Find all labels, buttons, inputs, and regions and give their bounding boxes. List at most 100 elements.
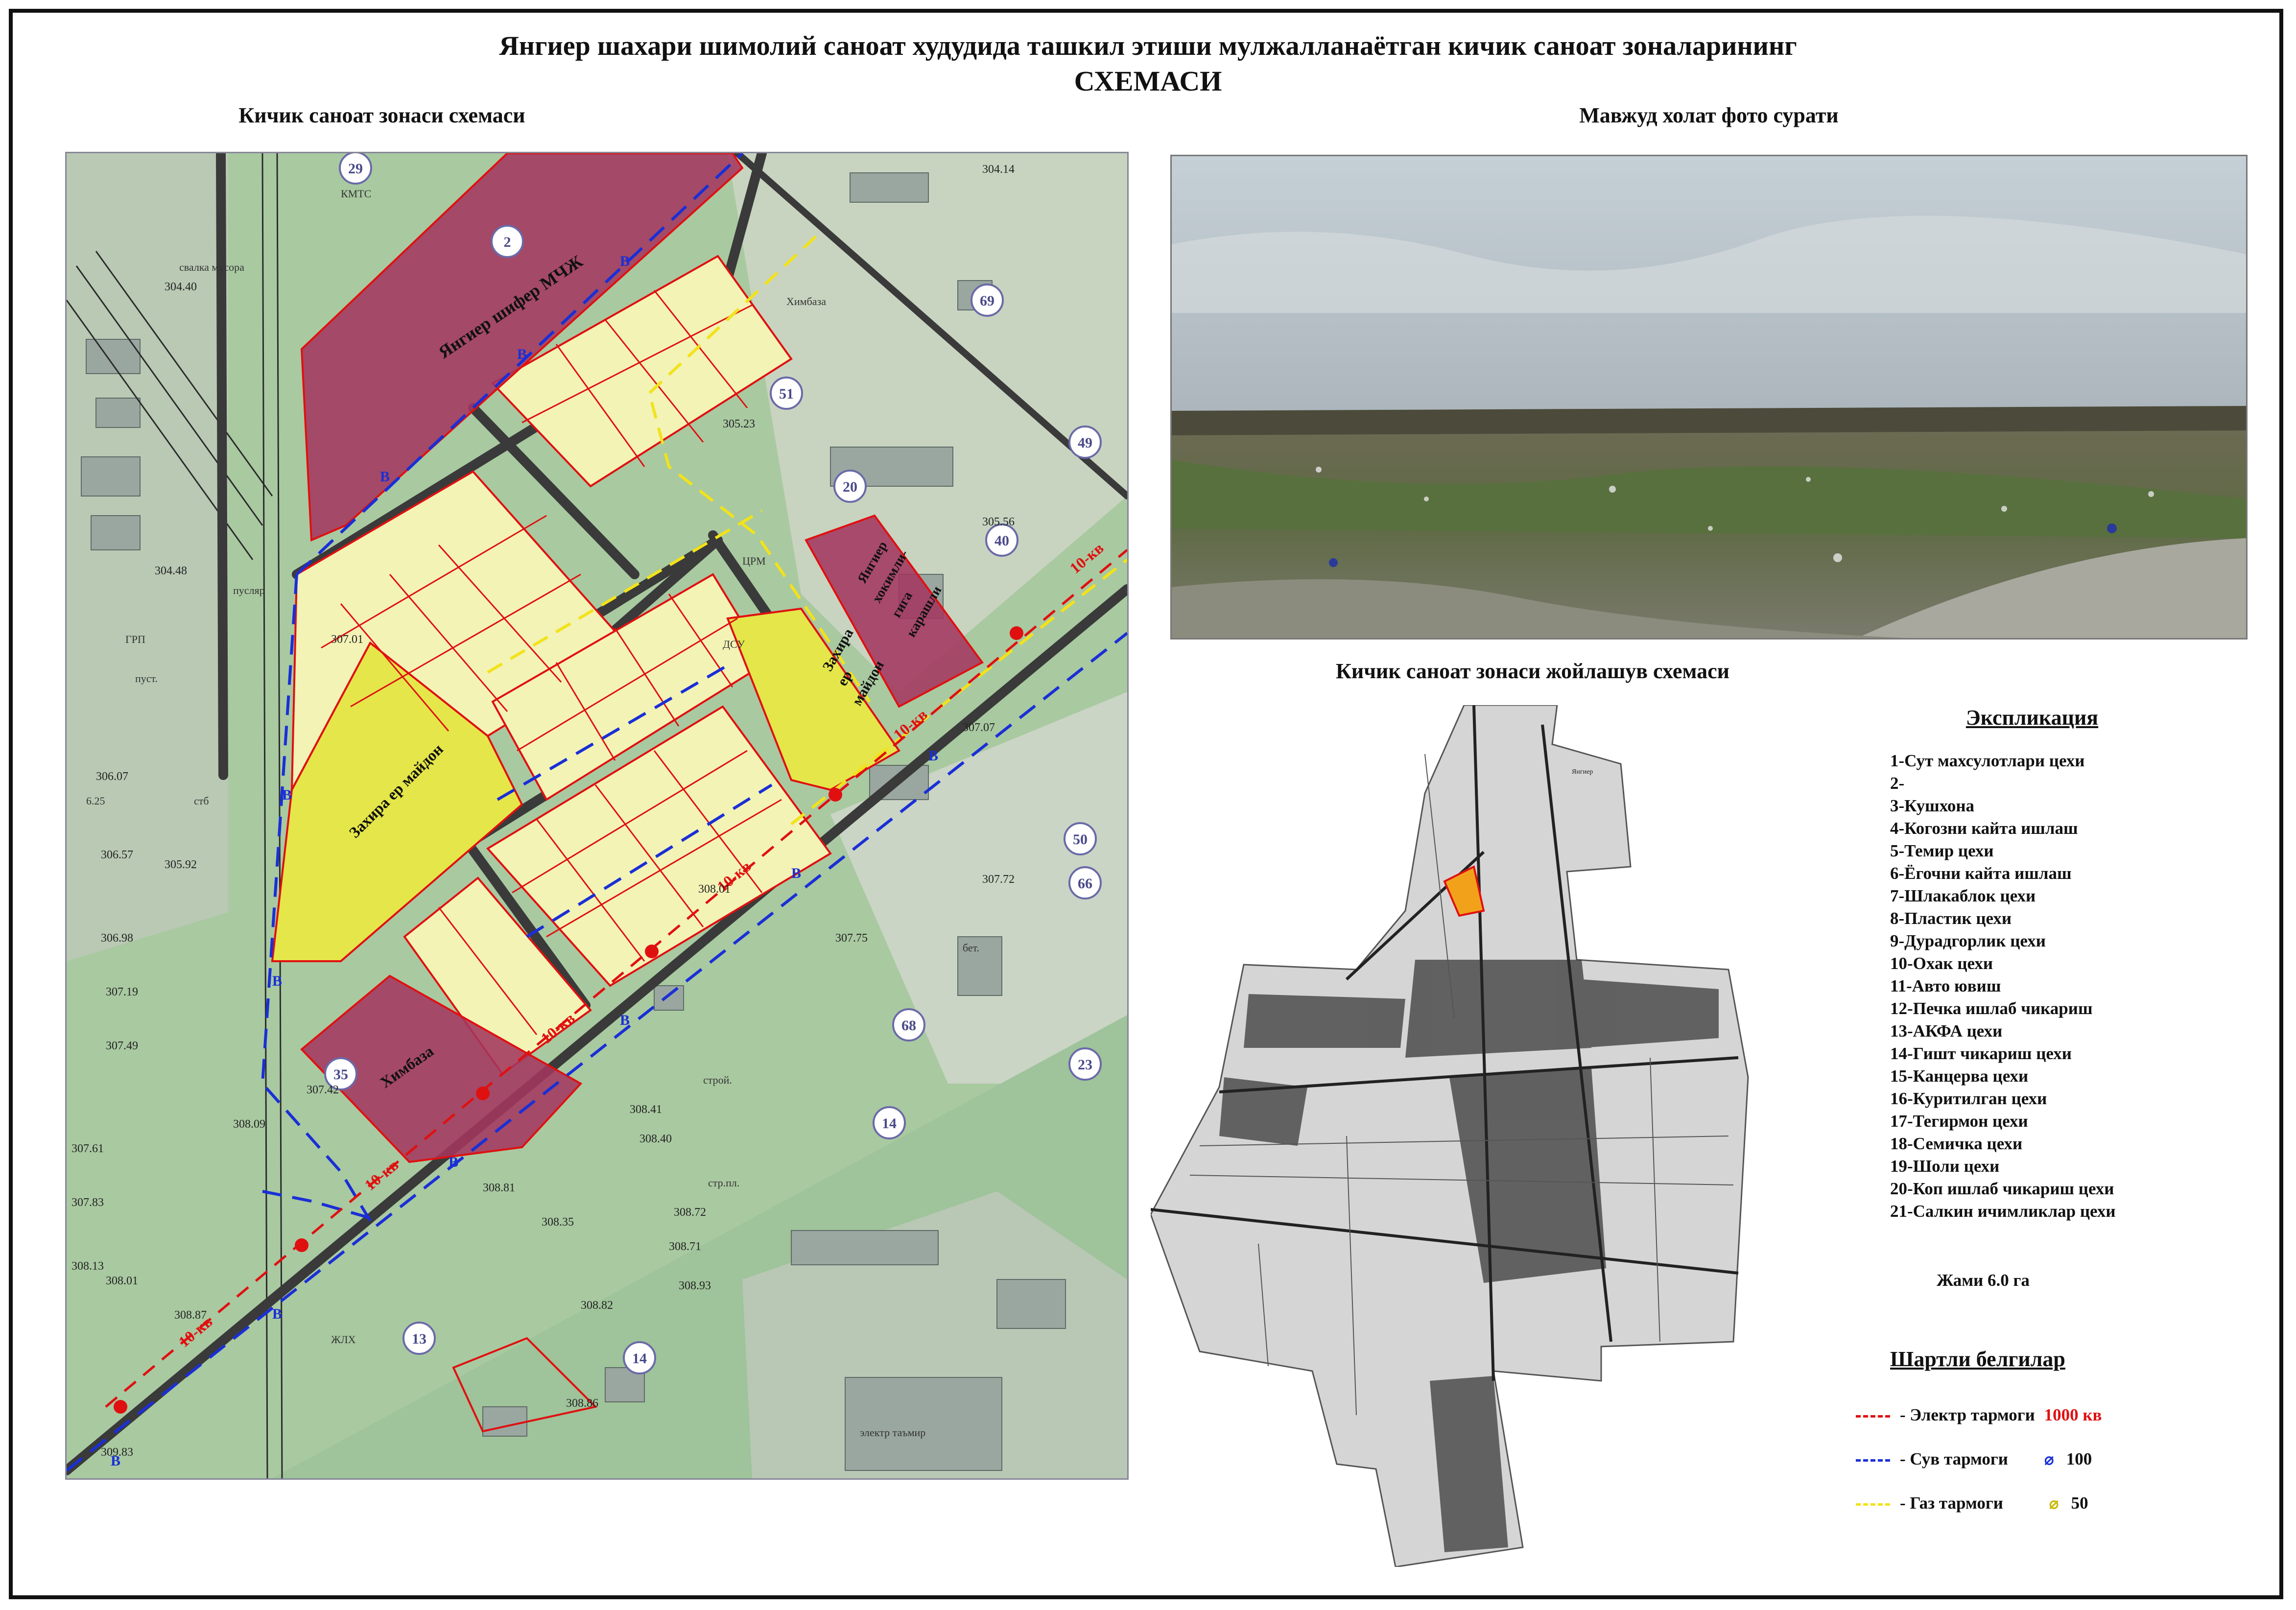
- explication-item: 16-Куритилган цехи: [1890, 1089, 2047, 1108]
- map-small-label: Химбаза: [786, 295, 826, 308]
- district-number: 35: [333, 1066, 348, 1083]
- industrial-zone-map[interactable]: Янгиер шифер МЧЖ Захира ер майдон Захира…: [65, 152, 1129, 1480]
- page-title: Янгиер шахари шимолий саноат худудида та…: [499, 31, 1797, 61]
- location-town-label: Янгиер: [1572, 768, 1593, 776]
- water-value: 100: [2066, 1449, 2092, 1468]
- electric-value: 1000 кв: [2044, 1405, 2102, 1424]
- district-number: 14: [882, 1115, 897, 1132]
- elevation-label: 308.81: [483, 1182, 515, 1194]
- elevation-label: 308.86: [566, 1397, 598, 1410]
- district-number: 40: [994, 533, 1009, 549]
- location-map[interactable]: Янгиер: [1150, 704, 1773, 1568]
- zone-map-svg: Янгиер шифер МЧЖ Захира ер майдон Захира…: [67, 153, 1127, 1478]
- explication-item: 2-: [1890, 774, 1905, 793]
- elevation-label: 308.01: [106, 1275, 138, 1287]
- water-line-sample: [1856, 1459, 1890, 1462]
- explication-item: 12-Печка ишлаб чикариш: [1890, 999, 2093, 1018]
- elevation-label: 307.61: [71, 1142, 104, 1155]
- photo-caption: Мавжуд холат фото сурати: [1579, 103, 1839, 127]
- map-small-label: ГРП: [125, 633, 145, 645]
- water-diameter-icon: ⌀: [2044, 1450, 2054, 1468]
- water-mark: В: [517, 346, 527, 362]
- district-number: 49: [1078, 435, 1092, 451]
- explication-item: 7-Шлакаблок цехи: [1890, 886, 2036, 905]
- explication-item: 18-Семичка цехи: [1890, 1134, 2023, 1153]
- water-mark: В: [380, 469, 390, 485]
- elevation-label: 307.49: [106, 1040, 138, 1052]
- legend-water: - Сув тармоги ⌀ 100: [1856, 1447, 2248, 1471]
- elevation-label: 305.23: [723, 418, 755, 430]
- location-map-svg: Янгиер: [1150, 704, 1749, 1568]
- gas-line-sample: [1856, 1503, 1890, 1506]
- elevation-label: 307.75: [835, 932, 868, 945]
- site-photo-svg: [1172, 156, 2246, 638]
- map-small-label: пусляр: [233, 584, 265, 596]
- explication-item: 17-Тегирмон цехи: [1890, 1112, 2028, 1131]
- map-small-label: ДСУ: [723, 638, 745, 650]
- water-mark: В: [272, 1306, 282, 1322]
- elevation-label: 308.72: [674, 1206, 706, 1219]
- district-number: 50: [1073, 831, 1088, 848]
- map-small-label: стб: [194, 795, 209, 807]
- water-mark: В: [449, 1154, 458, 1170]
- elevation-label: 308.93: [679, 1279, 711, 1292]
- elevation-label: 308.01: [698, 883, 731, 896]
- site-photo: [1170, 155, 2248, 639]
- explication-item: 15-Канцерва цехи: [1890, 1066, 2029, 1086]
- elevation-label: 308.41: [630, 1103, 662, 1116]
- district-number: 13: [412, 1331, 426, 1347]
- map-small-label: пуст.: [135, 672, 158, 685]
- explication-item: 1-Сут махсулотлари цехи: [1890, 751, 2085, 770]
- elevation-label: 308.87: [174, 1309, 207, 1322]
- map-small-label: 6.25: [86, 795, 105, 807]
- elevation-label: 308.09: [233, 1118, 265, 1131]
- elevation-label: 307.01: [331, 633, 363, 646]
- map-small-label: стр.пл.: [708, 1177, 739, 1189]
- elevation-label: 307.83: [71, 1196, 104, 1209]
- elevation-label: 306.98: [101, 932, 133, 945]
- district-number: 14: [632, 1350, 647, 1367]
- elevation-label: 304.40: [165, 281, 197, 293]
- page-subtitle: СХЕМАСИ: [1074, 65, 1222, 97]
- explication-item: 6-Ёгочни кайта ишлаш: [1890, 864, 2072, 883]
- map-small-label: КМТС: [341, 188, 371, 200]
- explication-item: 19-Шоли цехи: [1890, 1157, 2000, 1176]
- map-small-label: ЦРМ: [742, 555, 766, 567]
- legend-title: Шартли белгилар: [1890, 1347, 2065, 1371]
- water-mark: В: [272, 973, 282, 989]
- explication-item: 11-Авто ювиш: [1890, 976, 2001, 995]
- map-small-label: электр таъмир: [860, 1426, 925, 1439]
- elevation-label: 304.48: [155, 565, 187, 577]
- map-small-label: ЖЛХ: [331, 1333, 356, 1346]
- legend-gas: - Газ тармоги ⌀ 50: [1856, 1491, 2248, 1515]
- water-mark: В: [620, 1012, 630, 1028]
- elevation-label: 309.83: [101, 1446, 133, 1459]
- water-mark: В: [620, 253, 630, 269]
- elevation-label: 308.82: [581, 1299, 613, 1312]
- district-number: 66: [1078, 876, 1092, 892]
- elevation-label: 308.13: [71, 1260, 104, 1273]
- explication-item: 21-Салкин ичимликлар цехи: [1890, 1202, 2116, 1221]
- gas-label: - Газ тармоги: [1900, 1493, 2003, 1513]
- electric-label: - Электр тармоги: [1900, 1405, 2035, 1424]
- elevation-label: 308.35: [542, 1216, 574, 1229]
- map-small-label: строй.: [703, 1074, 732, 1086]
- district-number: 2: [504, 234, 511, 250]
- district-number: 29: [348, 161, 363, 177]
- elevation-label: 306.57: [101, 849, 133, 861]
- explication-item: 4-Когозни кайта ишлаш: [1890, 819, 2078, 838]
- explication-list: 1-Сут махсулотлари цехи 2- 3-Кушхона 4-Кого…: [1861, 750, 2203, 1223]
- explication-title: Экспликация: [1965, 706, 2099, 730]
- district-number: 69: [980, 293, 994, 309]
- district-number: 51: [779, 386, 794, 402]
- water-mark: В: [282, 787, 292, 803]
- legend-electric: - Электр тармоги 1000 кв: [1856, 1403, 2248, 1427]
- explication-item: 20-Коп ишлаб чикариш цехи: [1890, 1179, 2114, 1198]
- elevation-label: 307.42: [307, 1084, 339, 1096]
- district-number: 23: [1078, 1057, 1092, 1073]
- elevation-label: 305.92: [165, 858, 197, 871]
- water-mark: В: [928, 748, 938, 764]
- explication-total: Жами 6.0 га: [1937, 1271, 2030, 1290]
- map-small-label: свалка мусора: [179, 261, 244, 273]
- left-map-caption: Кичик саноат зонаси схемаси: [238, 103, 525, 127]
